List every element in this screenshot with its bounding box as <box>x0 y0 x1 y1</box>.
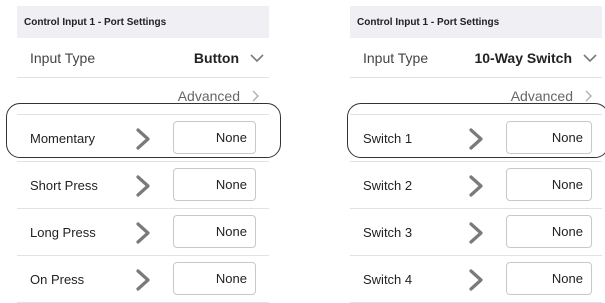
input-type-selector[interactable]: Input Type Button <box>17 38 269 78</box>
list-item-momentary: Momentary None <box>17 115 269 162</box>
advanced-link[interactable]: Advanced <box>17 78 269 115</box>
row-label: Long Press <box>30 224 96 240</box>
chevron-right-icon[interactable] <box>468 268 484 292</box>
chevron-right-icon[interactable] <box>135 174 151 198</box>
list-item-short-press: Short Press None <box>17 162 269 209</box>
assignment-field[interactable]: None <box>173 168 256 201</box>
chevron-down-icon <box>583 53 597 62</box>
input-type-dropdown[interactable]: Button <box>194 50 265 66</box>
chevron-right-icon[interactable] <box>135 268 151 292</box>
port-settings-panel-button: Control Input 1 - Port Settings Input Ty… <box>17 6 269 303</box>
input-type-label: Input Type <box>30 49 96 66</box>
row-label: Switch 1 <box>363 130 413 146</box>
list-item-switch-3: Switch 3 None <box>350 209 602 256</box>
chevron-right-icon[interactable] <box>468 174 484 198</box>
panel-header: Control Input 1 - Port Settings <box>17 6 269 38</box>
input-type-value: Button <box>193 49 239 66</box>
assignment-field[interactable]: None <box>173 215 256 248</box>
list-item-long-press: Long Press None <box>17 209 269 256</box>
row-label: Switch 2 <box>363 177 413 193</box>
assignment-field[interactable]: None <box>506 168 592 201</box>
port-settings-panel-switch: Control Input 1 - Port Settings Input Ty… <box>350 6 602 303</box>
list-item-on-press: On Press None <box>17 256 269 303</box>
input-type-selector[interactable]: Input Type 10-Way Switch <box>350 38 602 78</box>
chevron-right-icon[interactable] <box>468 127 484 151</box>
row-label: Switch 4 <box>363 271 413 287</box>
advanced-label: Advanced <box>510 88 573 104</box>
row-label: Momentary <box>30 130 96 146</box>
list-item-switch-4: Switch 4 None <box>350 256 602 303</box>
advanced-link[interactable]: Advanced <box>350 78 602 115</box>
assignment-field[interactable]: None <box>506 215 592 248</box>
assignment-field[interactable]: None <box>173 262 256 295</box>
chevron-right-icon <box>585 90 592 102</box>
input-type-value: 10-Way Switch <box>474 49 572 66</box>
chevron-right-icon[interactable] <box>135 221 151 245</box>
advanced-label: Advanced <box>177 88 240 104</box>
chevron-right-icon[interactable] <box>468 221 484 245</box>
input-type-dropdown[interactable]: 10-Way Switch <box>474 50 598 66</box>
row-label: Switch 3 <box>363 224 413 240</box>
assignment-field[interactable]: None <box>506 262 592 295</box>
row-label: Short Press <box>30 177 98 193</box>
chevron-right-icon <box>252 90 259 102</box>
assignment-field[interactable]: None <box>506 121 592 154</box>
assignment-field[interactable]: None <box>173 121 256 154</box>
panel-header: Control Input 1 - Port Settings <box>350 6 602 38</box>
row-label: On Press <box>30 271 85 287</box>
chevron-right-icon[interactable] <box>135 127 151 151</box>
list-item-switch-1: Switch 1 None <box>350 115 602 162</box>
input-type-label: Input Type <box>363 49 429 66</box>
list-item-switch-2: Switch 2 None <box>350 162 602 209</box>
chevron-down-icon <box>250 53 264 62</box>
